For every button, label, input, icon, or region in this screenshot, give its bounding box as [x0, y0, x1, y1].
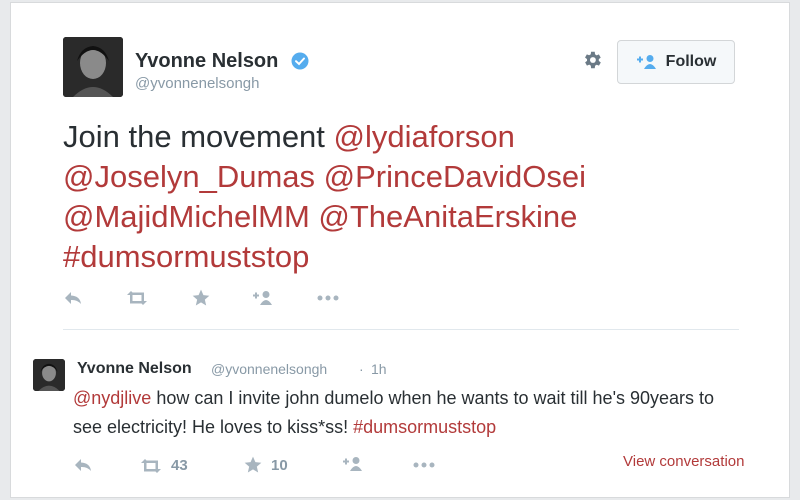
mention-link[interactable]: @Joselyn_Dumas: [63, 159, 315, 194]
separator: ·: [359, 361, 364, 377]
profile-photo: [63, 37, 123, 97]
reply-icon: [65, 292, 81, 304]
tweet-card: Yvonne Nelson @yvonnenelsongh Follow Joi…: [10, 2, 790, 498]
add-user-button[interactable]: [341, 456, 365, 472]
gear-icon[interactable]: [581, 49, 603, 71]
mention-link[interactable]: @MajidMichelMM: [63, 199, 310, 234]
reply-text: @nydjlive how can I invite john dumelo w…: [73, 384, 733, 442]
tweet-text-prefix: Join the movement: [63, 119, 334, 154]
favorite-count: 10: [271, 456, 288, 474]
add-user-icon: [636, 55, 656, 69]
more-icon: [413, 462, 435, 468]
reply-icon: [75, 459, 91, 471]
reply-button[interactable]: [63, 290, 83, 306]
verified-badge-icon: [291, 52, 309, 70]
mention-link[interactable]: @TheAnitaErskine: [318, 199, 577, 234]
add-user-icon: [253, 291, 272, 305]
follow-button[interactable]: Follow: [617, 40, 735, 84]
mention-link[interactable]: @PrinceDavidOsei: [324, 159, 586, 194]
mention-link[interactable]: @lydiaforson: [334, 119, 515, 154]
tweet-text: Join the movement @lydiaforson @Joselyn_D…: [63, 117, 763, 277]
follow-label: Follow: [665, 53, 717, 70]
user-name[interactable]: Yvonne Nelson: [135, 50, 278, 73]
divider: [63, 329, 739, 330]
mention-link[interactable]: @nydjlive: [73, 388, 151, 408]
retweet-count: 43: [171, 457, 188, 474]
timestamp[interactable]: 1h: [371, 361, 387, 377]
retweet-icon: [141, 458, 161, 473]
view-conversation-link[interactable]: View conversation: [623, 453, 744, 470]
retweet-button[interactable]: [125, 290, 149, 306]
hashtag-link[interactable]: #dumsormuststop: [353, 417, 496, 437]
profile-photo: [33, 359, 65, 391]
favorite-button[interactable]: [191, 288, 211, 308]
reply-button[interactable]: [73, 457, 93, 473]
user-name[interactable]: Yvonne Nelson: [77, 360, 192, 378]
user-handle[interactable]: @yvonnenelsongh: [135, 75, 259, 92]
avatar[interactable]: [63, 37, 123, 97]
hashtag-link[interactable]: #dumsormuststop: [63, 239, 309, 274]
avatar[interactable]: [33, 359, 65, 391]
star-icon: [244, 456, 262, 473]
add-user-button[interactable]: [251, 290, 275, 306]
retweet-button[interactable]: 43: [139, 457, 188, 474]
more-button[interactable]: [413, 462, 435, 468]
user-handle[interactable]: @yvonnenelsongh: [211, 361, 327, 377]
more-icon: [317, 295, 339, 301]
add-user-icon: [343, 457, 362, 471]
retweet-icon: [127, 291, 147, 305]
more-button[interactable]: [317, 295, 339, 301]
star-icon: [192, 289, 210, 306]
favorite-button[interactable]: 10: [243, 455, 288, 475]
